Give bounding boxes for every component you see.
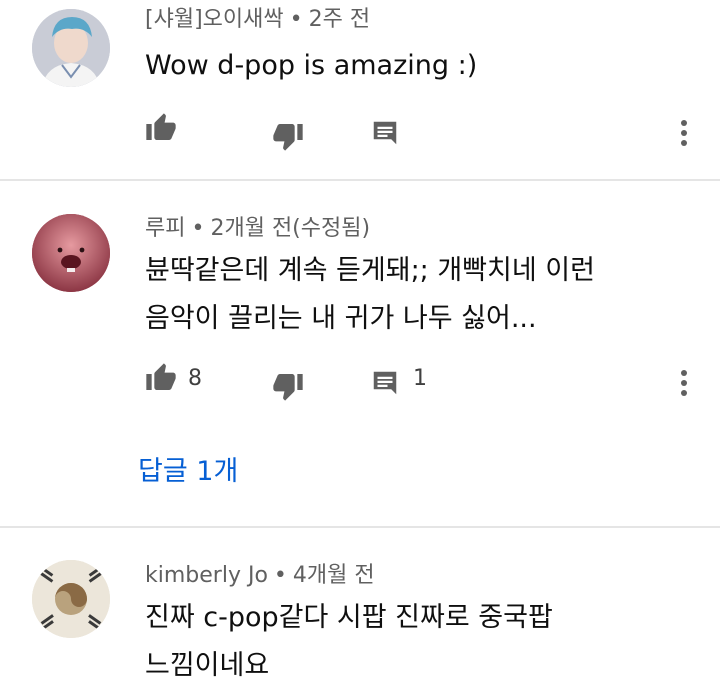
comment-actions [0,112,720,152]
thumbs-up-icon[interactable] [145,112,177,144]
timestamp[interactable]: 2주 전 [309,7,370,32]
comment-text: 뷴딱같은데 계속 듣게돼;; 개빡치네 이런 음악이 끌리는 내 귀가 나두 싫… [145,247,595,343]
comment-icon[interactable] [370,368,400,398]
comment-meta: [샤월]오이새싹 • 2주 전 [145,6,370,34]
comment-text-line: 느낌이네요 [145,650,270,681]
author-name[interactable]: kimberly Jo [145,563,268,588]
avatar[interactable] [32,9,110,87]
comment-thread: 루피 • 2개월 전(수정됨) 뷴딱같은데 계속 듣게돼;; 개빡치네 이런 음악이… [0,181,720,526]
author-name[interactable]: 루피 [145,216,185,241]
author-name[interactable]: [샤월]오이새싹 [145,7,284,32]
avatar[interactable] [32,214,110,292]
comment-text-line: Wow d-pop is amazing :) [145,50,478,81]
avatar[interactable] [32,560,110,638]
comment-meta: 루피 • 2개월 전(수정됨) [145,215,370,243]
more-vert-icon[interactable] [680,118,688,148]
like-count: 8 [188,366,202,391]
thumbs-down-icon[interactable] [272,370,304,402]
thumbs-down-icon[interactable] [272,120,304,152]
comment-text-line: 뷴딱같은데 계속 듣게돼;; 개빡치네 이런 [145,255,595,286]
comment-text: 진짜 c-pop같다 시팝 진짜로 중국팝 느낌이네요 [145,594,553,690]
comment-text-line: 음악이 끌리는 내 귀가 나두 싫어... [145,303,537,334]
comment-thread: [샤월]오이새싹 • 2주 전 Wow d-pop is amazing :) [0,0,720,180]
comment-text: Wow d-pop is amazing :) [145,42,477,90]
timestamp[interactable]: 4개월 전 [293,563,375,588]
comment-thread: kimberly Jo • 4개월 전 진짜 c-pop같다 시팝 진짜로 중국팝 … [0,528,720,681]
avatar-image [32,560,110,638]
comment-actions: 8 1 [0,362,720,402]
separator: • [289,7,303,32]
comment-text-line: 진짜 c-pop같다 시팝 진짜로 중국팝 [145,602,553,633]
thumbs-up-icon[interactable] [145,362,177,394]
timestamp[interactable]: 2개월 전(수정됨) [210,216,370,241]
comment-icon[interactable] [370,118,400,148]
avatar-image [32,9,110,87]
comment-meta: kimberly Jo • 4개월 전 [145,562,375,590]
separator: • [273,563,287,588]
avatar-image [32,214,110,292]
separator: • [191,216,205,241]
view-replies-link[interactable]: 답글 1개 [138,455,238,489]
more-vert-icon[interactable] [680,368,688,398]
reply-count: 1 [413,366,427,391]
